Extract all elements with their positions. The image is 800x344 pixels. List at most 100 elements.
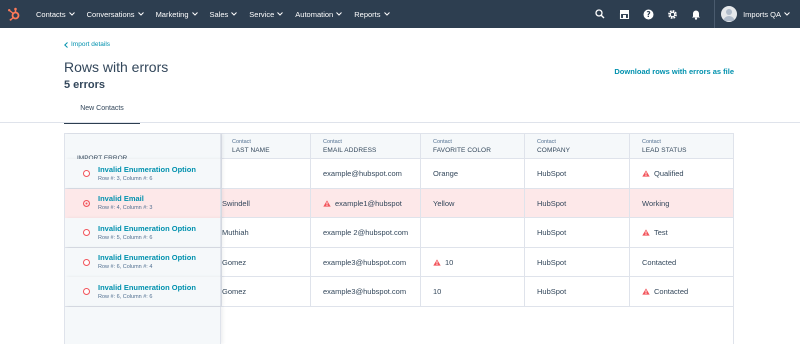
cell-value: Muthiah — [222, 228, 249, 237]
cell-value: HubSpot — [537, 228, 567, 237]
header-object-label: Contact — [642, 139, 661, 145]
chevron-down-icon — [784, 12, 790, 16]
cell-last-name: Swindell — [221, 188, 310, 218]
tab-label: New Contacts — [80, 105, 124, 112]
nav-right-area: ? Imports QA — [588, 0, 800, 28]
row-radio-button[interactable] — [83, 258, 90, 266]
error-location: Row #: 3, Column #: 6 — [98, 175, 153, 182]
chevron-down-icon — [231, 12, 238, 16]
error-type-link[interactable]: Invalid Enumeration Option — [98, 283, 196, 293]
row-radio-button[interactable] — [83, 229, 90, 236]
cell-company: HubSpot — [524, 277, 629, 306]
header-lead-status[interactable]: Contact LEAD STATUS — [629, 134, 733, 159]
warning-icon — [642, 229, 650, 236]
nav-item-label: Reports — [354, 9, 381, 19]
error-type-link[interactable]: Invalid Email — [98, 194, 152, 204]
header-import-error[interactable]: IMPORT ERROR — [65, 134, 221, 162]
header-object-label: Contact — [433, 139, 452, 145]
warning-icon — [642, 170, 650, 177]
nav-item-sales[interactable]: Sales — [210, 10, 238, 19]
avatar[interactable] — [721, 6, 738, 22]
import-error-cell[interactable]: Invalid Enumeration Option Row #: 6, Colu… — [65, 277, 221, 306]
header-email-address[interactable]: Contact EMAIL ADDRESS — [310, 134, 420, 159]
cell-value: Qualified — [654, 169, 684, 178]
nav-item-label: Automation — [295, 9, 334, 19]
hubspot-logo-icon[interactable] — [0, 0, 28, 28]
row-radio-button[interactable] — [83, 288, 90, 295]
cell-last-name: Gomez — [221, 277, 310, 306]
cell-lead-status: Working — [629, 188, 733, 218]
cell-value: Orange — [433, 169, 459, 178]
cell-value: HubSpot — [537, 287, 567, 296]
download-rows-with-errors-link[interactable]: Download rows with errors as file — [614, 67, 734, 76]
nav-item-label: Service — [249, 9, 275, 19]
table-row[interactable]: Invalid Enumeration Option Row #: 3, Colu… — [65, 159, 733, 189]
settings-icon[interactable] — [660, 0, 684, 28]
table-row[interactable]: Invalid Enumeration Option Row #: 6, Colu… — [65, 277, 733, 307]
cell-company: HubSpot — [524, 218, 629, 247]
help-icon[interactable]: ? — [636, 0, 660, 28]
cell-email-address: example 2@hubspot.com — [310, 218, 420, 247]
cell-email-address: example3@hubspot.com — [310, 247, 420, 277]
import-error-cell[interactable]: Invalid Enumeration Option Row #: 3, Colu… — [65, 159, 221, 188]
nav-item-service[interactable]: Service — [249, 9, 284, 19]
header-object-label: Contact — [232, 139, 251, 145]
row-radio-button[interactable] — [83, 170, 90, 177]
error-type-link[interactable]: Invalid Enumeration Option — [98, 224, 196, 234]
header-last-name[interactable]: Contact LAST NAME — [221, 134, 310, 159]
error-location: Row #: 6, Column #: 4 — [98, 264, 153, 270]
chevron-down-icon — [68, 12, 75, 16]
error-description: Invalid Enumeration Option Row #: 3, Colu… — [98, 165, 196, 183]
header-object-label: Contact — [537, 139, 556, 145]
account-menu[interactable]: Imports QA — [743, 10, 790, 19]
page-title: Rows with errors — [64, 59, 169, 75]
nav-item-automation[interactable]: Automation — [295, 9, 343, 19]
header-company[interactable]: Contact COMPANY — [524, 134, 629, 159]
table-row[interactable]: Invalid Enumeration Option Row #: 5, Colu… — [65, 218, 733, 248]
error-type-link[interactable]: Invalid Enumeration Option — [98, 253, 196, 263]
cell-lead-status: Contacted — [629, 247, 733, 277]
tabs-divider — [0, 122, 800, 123]
error-description: Invalid Enumeration Option Row #: 5, Colu… — [98, 224, 196, 242]
chevron-down-icon — [383, 12, 390, 16]
back-to-import-details-link[interactable]: Import details — [64, 41, 110, 48]
import-error-cell[interactable]: Invalid Email Row #: 4, Column #: 3 — [65, 188, 221, 218]
cell-value: Contacted — [642, 257, 677, 267]
tab-new-contacts[interactable]: New Contacts — [64, 103, 140, 124]
chevron-down-icon — [277, 12, 284, 16]
nav-item-label: Marketing — [155, 9, 189, 19]
svg-text:?: ? — [646, 10, 650, 19]
header-label: EMAIL ADDRESS — [323, 147, 377, 154]
marketplace-icon[interactable] — [612, 0, 636, 28]
row-radio-button[interactable] — [83, 199, 90, 207]
cell-value: example 2@hubspot.com — [323, 228, 409, 237]
error-type-link[interactable]: Invalid Enumeration Option — [98, 165, 196, 175]
cell-lead-status: Qualified — [629, 159, 733, 188]
account-name: Imports QA — [743, 9, 781, 19]
table-row[interactable]: Invalid Email Row #: 4, Column #: 3 Swinde… — [65, 188, 733, 218]
nav-item-contacts[interactable]: Contacts — [36, 10, 75, 19]
cell-favorite-color — [420, 218, 524, 247]
main-menu: Contacts Conversations Marketing Sales Servi… — [36, 10, 402, 19]
cell-value: HubSpot — [537, 169, 567, 178]
search-icon[interactable] — [588, 0, 612, 28]
cell-value: HubSpot — [537, 198, 567, 208]
cell-favorite-color: 10 — [420, 277, 524, 306]
warning-icon — [323, 199, 331, 207]
table-header-row: IMPORT ERROR Contact LAST NAME Contact EMAI… — [65, 133, 733, 162]
cell-email-address: example3@hubspot.com — [310, 277, 420, 306]
header-label: LEAD STATUS — [642, 147, 687, 154]
cell-company: HubSpot — [524, 188, 629, 218]
import-error-cell[interactable]: Invalid Enumeration Option Row #: 6, Colu… — [65, 247, 221, 277]
import-error-cell[interactable]: Invalid Enumeration Option Row #: 5, Colu… — [65, 218, 221, 247]
nav-item-marketing[interactable]: Marketing — [156, 10, 198, 19]
notifications-icon[interactable] — [684, 0, 708, 28]
header-favorite-color[interactable]: Contact FAVORITE COLOR — [420, 134, 524, 159]
header-object-label: Contact — [323, 139, 342, 145]
error-location: Row #: 5, Column #: 6 — [98, 234, 153, 241]
nav-item-reports[interactable]: Reports — [354, 9, 390, 19]
table-row[interactable]: Invalid Enumeration Option Row #: 6, Colu… — [65, 247, 733, 277]
nav-item-conversations[interactable]: Conversations — [87, 10, 144, 19]
error-description: Invalid Enumeration Option Row #: 6, Colu… — [98, 283, 196, 301]
cell-last-name: Gomez — [221, 247, 310, 277]
